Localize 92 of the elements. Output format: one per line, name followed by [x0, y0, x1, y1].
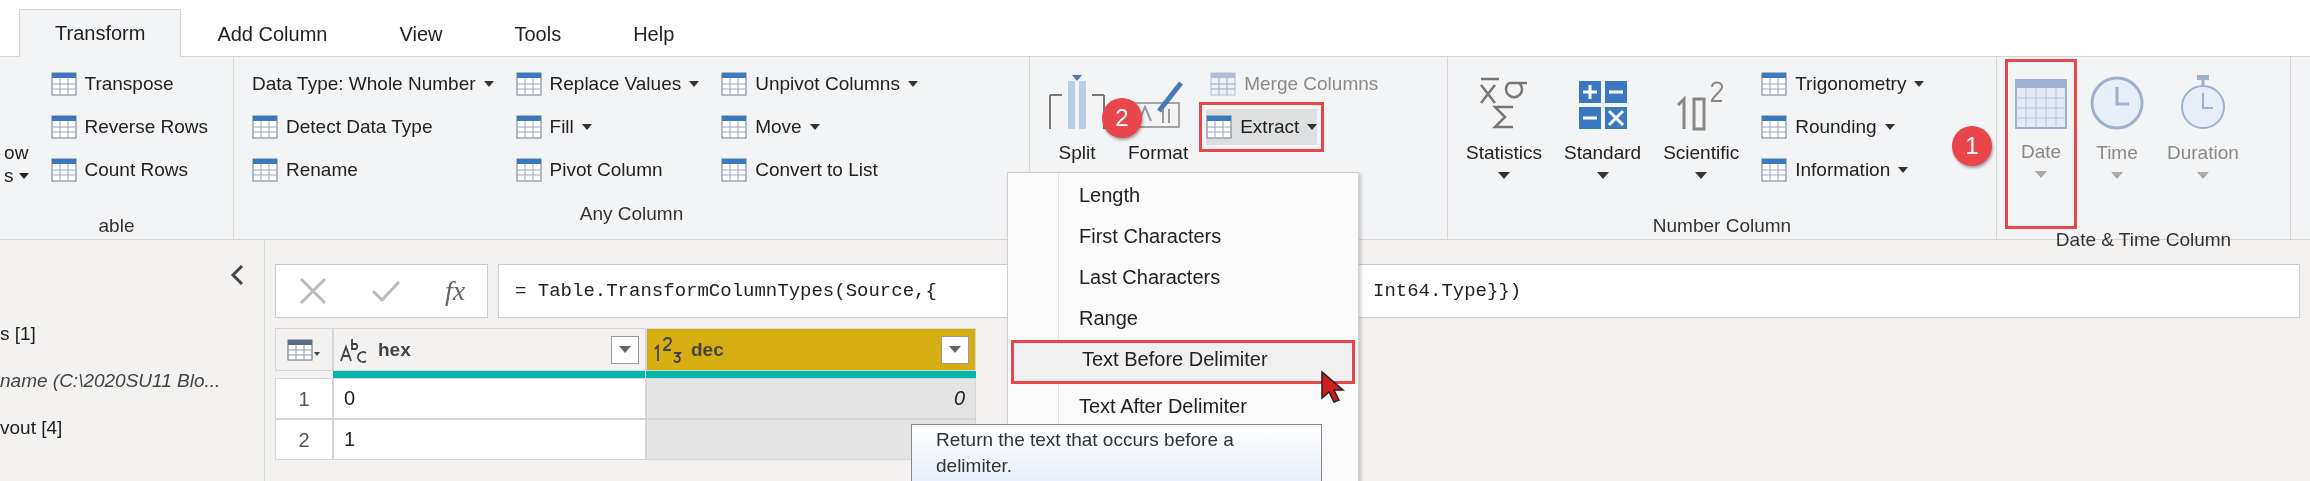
- ribbon-button[interactable]: Count Rows: [46, 151, 192, 189]
- table-icon: [1761, 158, 1788, 182]
- table-cell: 0: [333, 378, 646, 419]
- filter-dropdown-button[interactable]: [611, 335, 639, 364]
- clock-icon: [2089, 75, 2145, 131]
- ribbon-tab[interactable]: Transform: [19, 9, 182, 57]
- caret-icon: [2196, 172, 2209, 179]
- table-icon: [721, 72, 748, 96]
- table-icon: [252, 158, 278, 182]
- caret-icon: [18, 172, 29, 179]
- caret-icon: [1884, 124, 1895, 130]
- menu-item[interactable]: Text After Delimiter: [1011, 387, 1355, 425]
- group-label: Number Column: [1651, 215, 1793, 238]
- ribbon-button[interactable]: Convert to List: [717, 151, 882, 189]
- ribbon-button[interactable]: Rounding: [1757, 108, 1899, 146]
- stopwatch-icon: [2178, 75, 2227, 131]
- ribbon-button[interactable]: Transpose: [46, 65, 178, 103]
- ribbon-button[interactable]: Standard: [1560, 65, 1646, 215]
- ribbon-button[interactable]: Data Type: Whole Number: [248, 65, 498, 103]
- collapse-chevron-icon[interactable]: [230, 264, 244, 286]
- caret-icon: [689, 81, 700, 87]
- caret-icon: [1498, 172, 1510, 179]
- table-icon: [515, 158, 542, 182]
- ribbon-button[interactable]: Move: [717, 108, 824, 146]
- ribbon-button[interactable]: Extract: [1199, 102, 1325, 152]
- caret-icon: [619, 346, 631, 353]
- table-icon: [515, 115, 542, 139]
- caret-icon: [907, 81, 918, 87]
- table-icon: [721, 115, 748, 139]
- ribbon-button[interactable]: Reverse Rows: [46, 108, 213, 146]
- ribbon-button[interactable]: Information: [1757, 151, 1913, 189]
- table-cell: 1: [333, 419, 646, 460]
- ribbon-button[interactable]: Pivot Column: [511, 151, 667, 189]
- group-label: Any Column: [578, 203, 685, 226]
- table-icon: [1206, 115, 1233, 139]
- table-icon: [252, 115, 278, 139]
- caret-icon: [1695, 172, 1708, 179]
- ribbon-button[interactable]: Fill: [511, 108, 596, 146]
- caret-icon: [1596, 172, 1609, 179]
- ribbon-tab[interactable]: View: [363, 11, 479, 57]
- ribbon-button[interactable]: Unpivot Columns: [717, 65, 922, 103]
- group-label: Date & Time Column: [2054, 229, 2233, 251]
- query-item[interactable]: name (C:\2020SU11 Blo...: [0, 357, 264, 404]
- caret-icon: [1307, 124, 1318, 130]
- number-type-icon: [653, 336, 683, 363]
- menu-item[interactable]: First Characters: [1011, 217, 1355, 255]
- filter-dropdown-button[interactable]: [941, 335, 969, 364]
- ribbon-button[interactable]: Replace Values: [511, 65, 704, 103]
- table-icon: [1761, 72, 1788, 96]
- mouse-pointer-icon: [1320, 370, 1346, 404]
- column-header[interactable]: dec: [646, 328, 976, 371]
- table-icon: [50, 115, 77, 139]
- row-number: 1: [275, 378, 333, 419]
- checkmark-icon[interactable]: [371, 279, 402, 303]
- fx-label[interactable]: fx: [445, 275, 466, 307]
- table-icon: [50, 158, 77, 182]
- tooltip: Return the text that occurs before a delimiter.: [911, 424, 1322, 481]
- caret-icon: [949, 346, 961, 353]
- ribbon-button[interactable]: Detect Data Type: [248, 108, 437, 146]
- ribbon-tab[interactable]: Tools: [478, 11, 598, 57]
- caret-icon: [2111, 172, 2123, 179]
- table-icon: [50, 72, 77, 96]
- caret-icon: [581, 124, 592, 130]
- group-label: able: [97, 215, 136, 238]
- ribbon-button[interactable]: Scientific: [1659, 65, 1744, 215]
- caret-icon: [1914, 81, 1925, 87]
- caret-icon: [1898, 167, 1909, 173]
- caret-icon: [809, 124, 820, 130]
- query-item[interactable]: s [1]: [0, 310, 264, 357]
- table-icon: [1210, 72, 1237, 96]
- row-number: 2: [275, 419, 333, 460]
- calculator-icon: [1576, 79, 1629, 131]
- table-icon: [1761, 115, 1788, 139]
- menu-item[interactable]: Length: [1011, 176, 1355, 214]
- table-icon: [721, 158, 748, 182]
- table-cell: 0: [646, 378, 976, 419]
- bars-icon: [1048, 75, 1106, 131]
- caret-icon: [483, 81, 494, 87]
- ribbon-button[interactable]: Trigonometry: [1757, 65, 1929, 103]
- ribbon-button[interactable]: ow s: [0, 65, 33, 215]
- caret-icon: [2035, 171, 2047, 178]
- calendar-icon: [2014, 78, 2068, 130]
- table-icon: [287, 337, 321, 362]
- table-icon: [515, 72, 542, 96]
- menu-item[interactable]: Text Before Delimiter: [1011, 340, 1355, 384]
- ribbon-tab[interactable]: Help: [597, 11, 711, 57]
- ribbon-tab[interactable]: Add Column: [181, 11, 364, 57]
- column-header[interactable]: hex: [333, 328, 646, 371]
- ribbon-button[interactable]: Rename: [248, 151, 362, 189]
- table-menu-button[interactable]: [275, 328, 333, 371]
- query-item[interactable]: vout [4]: [0, 404, 264, 451]
- ribbon-button[interactable]: Statistics: [1462, 65, 1547, 215]
